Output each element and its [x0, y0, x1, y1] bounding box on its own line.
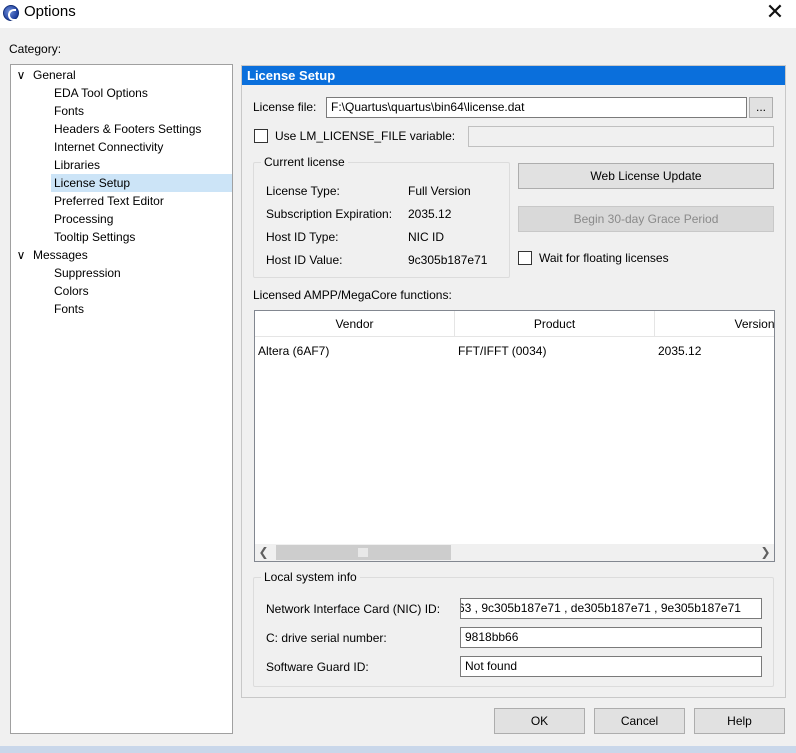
tree-item-label: Tooltip Settings: [54, 230, 136, 244]
web-license-update-button[interactable]: Web License Update: [518, 163, 774, 189]
wait-floating-label: Wait for floating licenses: [539, 251, 669, 265]
browse-button[interactable]: ...: [749, 97, 773, 118]
local-system-info-title: Local system info: [261, 570, 360, 584]
column-header-product[interactable]: Product: [455, 311, 655, 337]
grace-period-button[interactable]: Begin 30-day Grace Period: [518, 206, 774, 232]
tree-item[interactable]: Colors: [51, 282, 89, 300]
tree-item[interactable]: EDA Tool Options: [51, 84, 148, 102]
tree-item-label: Headers & Footers Settings: [54, 122, 202, 136]
window-bottom-edge: [0, 746, 796, 753]
host-id-value: 9c305b187e71: [408, 253, 488, 267]
use-lm-license-label: Use LM_LICENSE_FILE variable:: [275, 129, 456, 143]
horizontal-scrollbar[interactable]: ❮ ❯: [255, 544, 774, 561]
category-label: Category:: [9, 42, 62, 56]
category-tree[interactable]: ∨ General EDA Tool Options Fonts Headers & F…: [10, 64, 233, 734]
tree-item-label: EDA Tool Options: [54, 86, 148, 100]
license-type-value: Full Version: [408, 184, 471, 198]
tree-item[interactable]: ∨ Messages: [11, 246, 231, 264]
tree-item-label: Messages: [33, 248, 88, 262]
lm-license-file-input[interactable]: [468, 126, 774, 147]
ok-button[interactable]: OK: [494, 708, 585, 734]
tree-item-label: Preferred Text Editor: [54, 194, 164, 208]
tree-item[interactable]: Tooltip Settings: [51, 228, 135, 246]
scroll-left-icon[interactable]: ❮: [255, 544, 272, 561]
use-lm-license-checkbox[interactable]: [254, 129, 268, 143]
tree-item-label: Internet Connectivity: [54, 140, 164, 154]
license-file-input[interactable]: F:\Quartus\quartus\bin64\license.dat: [326, 97, 747, 118]
tree-item[interactable]: Fonts: [51, 102, 84, 120]
tree-item[interactable]: Preferred Text Editor: [51, 192, 164, 210]
drive-serial-field[interactable]: 9818bb66: [460, 627, 762, 648]
tree-item[interactable]: Libraries: [51, 156, 100, 174]
quartus-app-icon: [3, 5, 19, 21]
table-cell-version[interactable]: 2035.12: [655, 342, 774, 360]
host-id-type-value: NIC ID: [408, 230, 444, 244]
tree-item-label: General: [33, 68, 76, 82]
software-guard-field[interactable]: Not found: [460, 656, 762, 677]
cancel-button[interactable]: Cancel: [594, 708, 685, 734]
drive-serial-label: C: drive serial number:: [266, 631, 387, 645]
window-title: Options: [24, 3, 76, 20]
functions-label: Licensed AMPP/MegaCore functions:: [253, 288, 452, 302]
tree-item-label: Libraries: [54, 158, 101, 172]
tree-item-label: License Setup: [54, 176, 131, 190]
column-header-vendor[interactable]: Vendor: [255, 311, 455, 337]
chevron-down-icon[interactable]: ∨: [15, 66, 27, 84]
help-button[interactable]: Help: [694, 708, 785, 734]
local-system-info-group: Local system info Network Interface Card…: [253, 570, 774, 687]
table-cell-vendor[interactable]: Altera (6AF7): [255, 342, 455, 360]
functions-table[interactable]: Vendor Product Version Altera (6AF7) FFT…: [254, 310, 775, 562]
tree-item[interactable]: License Setup: [51, 174, 232, 192]
tree-item-label: Suppression: [54, 266, 121, 280]
host-id-type-label: Host ID Type:: [266, 230, 339, 244]
title-bar: Options ✕: [0, 0, 796, 28]
tree-item[interactable]: Fonts: [51, 300, 84, 318]
scroll-thumb[interactable]: [276, 545, 451, 560]
tree-item[interactable]: Suppression: [51, 264, 121, 282]
tree-item[interactable]: Internet Connectivity: [51, 138, 163, 156]
subscription-expiration-value: 2035.12: [408, 207, 452, 221]
nic-id-field[interactable]: 63 , 9c305b187e71 , de305b187e71 , 9e305…: [460, 598, 762, 619]
close-icon[interactable]: ✕: [762, 0, 788, 26]
nic-id-label: Network Interface Card (NIC) ID:: [266, 602, 441, 616]
license-file-label: License file:: [253, 100, 317, 114]
license-setup-panel: License Setup License file: F:\Quartus\q…: [241, 65, 786, 698]
panel-header: License Setup: [242, 66, 785, 85]
table-cell-product[interactable]: FFT/IFFT (0034): [455, 342, 655, 360]
host-id-value-label: Host ID Value:: [266, 253, 343, 267]
current-license-title: Current license: [261, 155, 348, 169]
tree-item[interactable]: Processing: [51, 210, 113, 228]
nic-id-value: 63 , 9c305b187e71 , de305b187e71 , 9e305…: [460, 601, 741, 615]
tree-item[interactable]: Headers & Footers Settings: [51, 120, 201, 138]
tree-item-label: Fonts: [54, 104, 85, 118]
subscription-expiration-label: Subscription Expiration:: [266, 207, 393, 221]
column-header-version[interactable]: Version: [655, 311, 774, 337]
wait-floating-checkbox[interactable]: [518, 251, 532, 265]
tree-item-label: Processing: [54, 212, 114, 226]
scroll-right-icon[interactable]: ❯: [757, 544, 774, 561]
tree-item-label: Colors: [54, 284, 89, 298]
current-license-group: Current license License Type: Full Versi…: [253, 155, 510, 278]
chevron-down-icon[interactable]: ∨: [15, 246, 27, 264]
software-guard-label: Software Guard ID:: [266, 660, 369, 674]
license-type-label: License Type:: [266, 184, 340, 198]
tree-item[interactable]: ∨ General: [11, 66, 231, 84]
tree-item-label: Fonts: [54, 302, 85, 316]
